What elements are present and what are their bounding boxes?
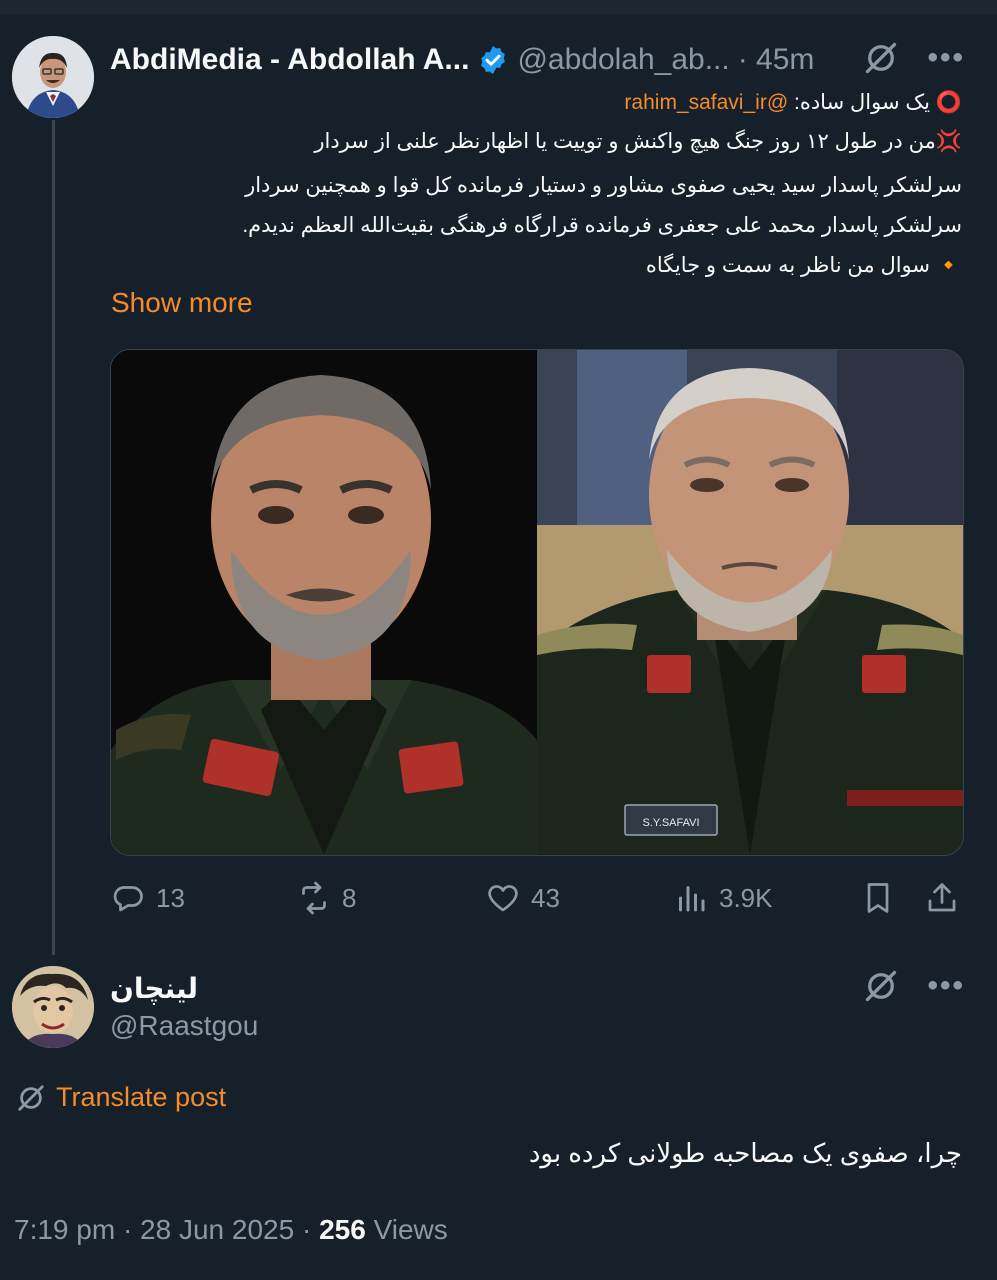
media-photo-left[interactable] xyxy=(111,350,537,855)
translate-post-link[interactable]: Translate post xyxy=(16,1082,226,1113)
bookmark-icon xyxy=(867,883,889,913)
media-photo-right[interactable]: S.Y.SAFAVI xyxy=(537,350,963,855)
reply-views-label: Views xyxy=(373,1214,448,1245)
reply-timestamp[interactable]: 7:19 pm · 28 Jun 2025 · xyxy=(14,1214,311,1245)
grok-icon[interactable] xyxy=(863,40,899,76)
tweet-line-4: سرلشکر پاسدار محمد علی جعفری فرمانده قرا… xyxy=(242,214,962,237)
reply-meta: 7:19 pm · 28 Jun 2025 · 256 Views xyxy=(14,1214,448,1246)
verified-badge-icon xyxy=(481,46,506,74)
like-count: 43 xyxy=(531,882,560,913)
reply-author-name[interactable]: لینچان xyxy=(110,972,198,1005)
tweet-media[interactable]: S.Y.SAFAVI xyxy=(110,349,964,856)
mention-link[interactable]: @rahim_safavi_ir xyxy=(624,91,788,114)
tweet-line-3: سرلشکر پاسدار سید یحیی صفوی مشاور و دستی… xyxy=(245,174,962,197)
reply-top-actions: ••• xyxy=(863,968,965,1004)
tweet-line-5: 🔸 سوال من ناظر به سمت و جایگاه xyxy=(645,254,962,277)
views-button[interactable]: 3.9K xyxy=(673,880,773,916)
tweet-header: AbdiMedia - Abdollah A... @abdolah_ab...… xyxy=(110,40,814,80)
top-edge xyxy=(0,0,997,14)
repost-icon xyxy=(302,881,326,915)
author-handle[interactable]: @abdolah_ab... xyxy=(517,43,729,77)
translate-post-label: Translate post xyxy=(56,1082,227,1112)
tweet-line-2: 💢من در طول ۱۲ روز جنگ هیچ واکنش و توییت … xyxy=(314,130,962,153)
more-options-icon[interactable]: ••• xyxy=(927,969,965,1003)
nameplate-text: S.Y.SAFAVI xyxy=(642,817,699,829)
tweet-line-1-text: ⭕ یک سوال ساده: xyxy=(793,91,962,114)
tweet-line-1: ⭕ یک سوال ساده: @rahim_safavi_ir xyxy=(110,87,962,120)
like-button[interactable]: 43 xyxy=(485,880,560,916)
author-avatar[interactable] xyxy=(12,36,94,118)
reply-views-count: 256 xyxy=(319,1214,366,1245)
reply-author-handle[interactable]: @Raastgou xyxy=(110,1010,258,1042)
translate-icon xyxy=(18,1084,44,1111)
tweet-top-actions: ••• xyxy=(863,40,965,76)
repost-count: 8 xyxy=(342,882,357,913)
repost-button[interactable]: 8 xyxy=(296,880,356,916)
bookmark-button[interactable] xyxy=(860,880,896,916)
heart-icon xyxy=(488,885,518,912)
tweet-actions-bar: 13 8 43 3.9K xyxy=(110,880,962,924)
show-more-link[interactable]: Show more xyxy=(111,287,253,319)
reply-count: 13 xyxy=(156,882,185,913)
more-options-icon[interactable]: ••• xyxy=(927,41,965,75)
grok-icon[interactable] xyxy=(863,968,899,1004)
author-name[interactable]: AbdiMedia - Abdollah A... xyxy=(110,43,469,77)
reply-author-avatar[interactable] xyxy=(12,966,94,1048)
thread-connector-line xyxy=(52,120,55,955)
views-count: 3.9K xyxy=(719,882,773,913)
share-icon xyxy=(928,883,956,912)
tweet-timestamp[interactable]: · 45m xyxy=(738,43,815,77)
reply-button[interactable]: 13 xyxy=(110,880,185,916)
reply-icon xyxy=(113,886,143,912)
analytics-icon xyxy=(679,886,705,912)
share-button[interactable] xyxy=(924,880,960,916)
reply-body-text: چرا، صفوی یک مصاحبه طولانی کرده بود xyxy=(528,1138,962,1168)
